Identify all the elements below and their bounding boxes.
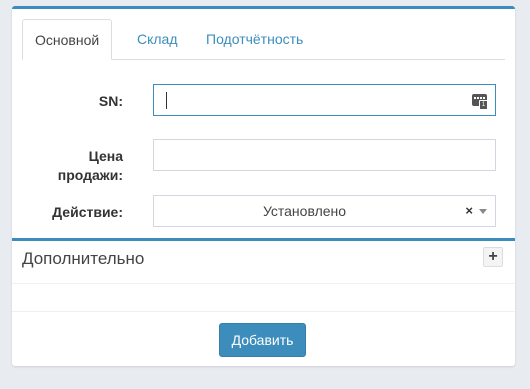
expand-button[interactable]: + bbox=[483, 247, 503, 267]
action-label: Действие: bbox=[52, 204, 123, 220]
close-icon[interactable]: × bbox=[465, 196, 473, 226]
main-card: Основной Склад Подотчётность SN: 1 Цена … bbox=[12, 6, 515, 366]
extra-panel-title: Дополнительно bbox=[22, 249, 145, 268]
divider bbox=[12, 311, 515, 312]
sn-label: SN: bbox=[98, 93, 123, 109]
sn-input[interactable]: 1 bbox=[153, 84, 496, 116]
tab-bar: Основной Склад Подотчётность bbox=[22, 19, 505, 60]
keyboard-badge-icon: 1 bbox=[479, 100, 488, 110]
text-caret bbox=[166, 92, 167, 109]
action-select-value: Установлено bbox=[262, 203, 347, 219]
price-label: Цена продажи: bbox=[58, 147, 123, 185]
price-label-line1: Цена bbox=[88, 148, 123, 164]
chevron-down-icon[interactable] bbox=[479, 209, 487, 214]
add-button[interactable]: Добавить bbox=[219, 323, 306, 357]
tab-accountability[interactable]: Подотчётность bbox=[194, 19, 315, 59]
extra-panel-header: Дополнительно + bbox=[12, 238, 515, 284]
price-input[interactable] bbox=[153, 139, 496, 171]
tab-warehouse[interactable]: Склад bbox=[125, 19, 190, 59]
price-label-line2: продажи: bbox=[57, 167, 123, 183]
action-select[interactable]: Установлено × bbox=[153, 195, 496, 227]
tab-main[interactable]: Основной bbox=[22, 19, 113, 60]
